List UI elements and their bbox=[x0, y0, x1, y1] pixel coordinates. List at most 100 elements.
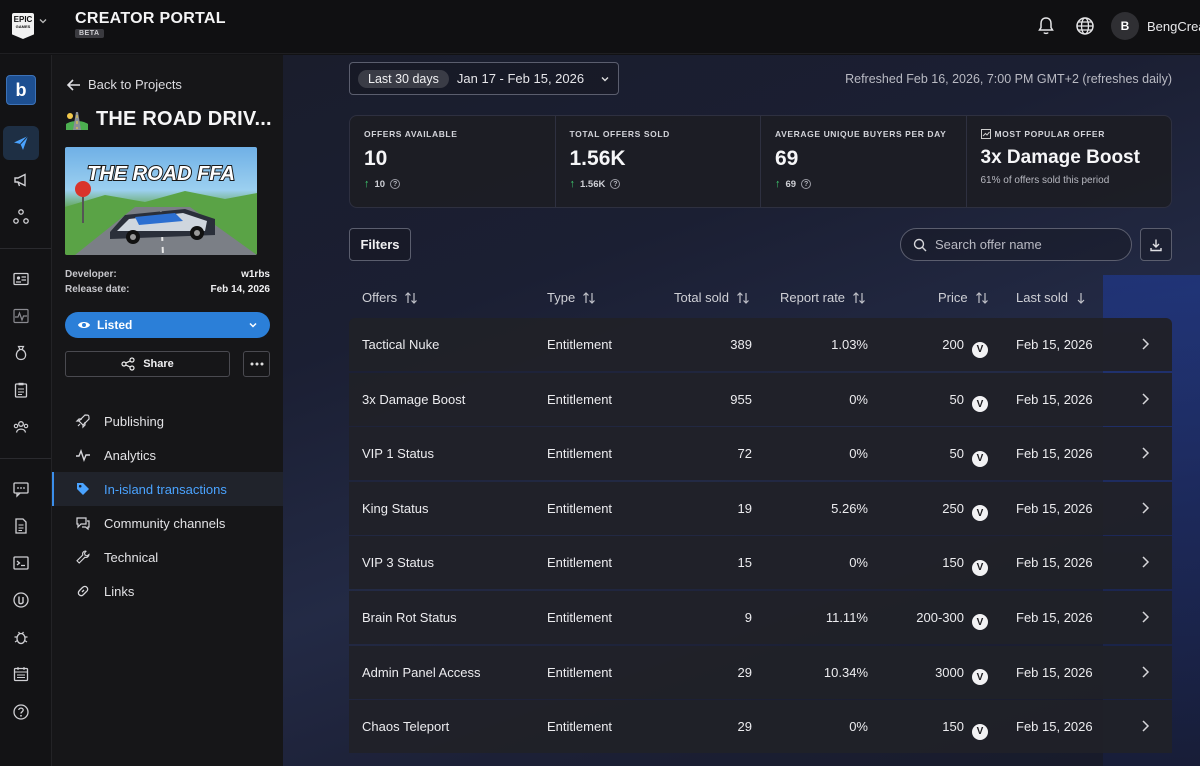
offer-report-rate: 0% bbox=[849, 555, 868, 571]
chevron-down-icon[interactable] bbox=[38, 16, 48, 26]
column-total-sold[interactable]: Total sold bbox=[674, 290, 750, 305]
offer-type: Entitlement bbox=[547, 391, 613, 407]
listing-status-dropdown[interactable]: Listed bbox=[65, 312, 270, 338]
sort-icon bbox=[975, 291, 988, 304]
nav-analytics[interactable]: Analytics bbox=[52, 438, 283, 472]
nav-technical[interactable]: Technical bbox=[52, 540, 283, 574]
table-row[interactable]: VIP 1 Status Entitlement 72 0% 50 V Feb 1… bbox=[349, 427, 1172, 481]
offer-last-sold: Feb 15, 2026 bbox=[1016, 555, 1093, 571]
vbucks-icon: V bbox=[972, 669, 988, 686]
network-icon[interactable] bbox=[3, 200, 39, 234]
column-price[interactable]: Price bbox=[938, 290, 989, 305]
trending-chart-icon bbox=[980, 129, 991, 139]
bug-icon[interactable] bbox=[3, 620, 39, 654]
eye-icon bbox=[78, 322, 90, 328]
back-to-projects-link[interactable]: Back to Projects bbox=[66, 77, 182, 92]
arrow-left-icon bbox=[66, 78, 80, 91]
chevron-right-icon[interactable] bbox=[1140, 392, 1150, 406]
chevron-right-icon[interactable] bbox=[1140, 610, 1150, 624]
offer-report-rate: 0% bbox=[849, 446, 868, 462]
vbucks-icon: V bbox=[972, 341, 988, 358]
chat-icon[interactable] bbox=[3, 472, 39, 506]
offer-last-sold: Feb 15, 2026 bbox=[1016, 337, 1093, 352]
offer-price: 150 V bbox=[942, 719, 988, 740]
column-type[interactable]: Type bbox=[547, 290, 596, 305]
stats-card: OFFERS AVAILABLE 10 ↑ 10 ? TOTAL OFFERS … bbox=[349, 115, 1172, 208]
offer-name: Tactical Nuke bbox=[362, 337, 440, 352]
offer-report-rate: 11.11% bbox=[825, 609, 868, 625]
offers-table-body: Tactical Nuke Entitlement 389 1.03% 200 V… bbox=[349, 318, 1172, 755]
share-button[interactable]: Share bbox=[65, 351, 230, 377]
info-icon[interactable]: ? bbox=[390, 179, 401, 189]
chevron-right-icon[interactable] bbox=[1140, 555, 1150, 569]
thumbnail-title: THE ROAD FFA bbox=[87, 163, 235, 185]
nav-publishing[interactable]: Publishing bbox=[52, 404, 283, 438]
info-icon[interactable]: ? bbox=[801, 179, 812, 189]
arrow-up-icon: ↑ bbox=[775, 178, 781, 190]
brand-logo[interactable]: b bbox=[6, 75, 36, 105]
table-row[interactable]: King Status Entitlement 19 5.26% 250 V Fe… bbox=[349, 481, 1172, 535]
filters-button[interactable]: Filters bbox=[349, 228, 411, 261]
document-icon[interactable] bbox=[3, 509, 39, 543]
send-icon[interactable] bbox=[3, 126, 39, 160]
help-icon[interactable] bbox=[3, 695, 39, 729]
table-row[interactable]: VIP 3 Status Entitlement 15 0% 150 V Feb … bbox=[349, 536, 1172, 590]
date-range-picker[interactable]: Last 30 days Jan 17 - Feb 15, 2026 bbox=[349, 62, 619, 95]
table-row[interactable]: Admin Panel Access Entitlement 29 10.34%… bbox=[349, 645, 1172, 699]
money-bag-icon[interactable] bbox=[3, 336, 39, 370]
search-icon bbox=[913, 238, 927, 251]
vbucks-icon: V bbox=[972, 450, 988, 467]
calendar-icon[interactable] bbox=[3, 657, 39, 691]
team-icon[interactable] bbox=[3, 410, 39, 444]
project-title: THE ROAD DRIV... bbox=[66, 108, 272, 131]
nav-community-channels[interactable]: Community channels bbox=[52, 506, 283, 540]
vbucks-icon: V bbox=[972, 559, 988, 576]
chevron-right-icon[interactable] bbox=[1140, 665, 1150, 679]
download-button[interactable] bbox=[1140, 228, 1172, 261]
offer-type: Entitlement bbox=[547, 555, 613, 571]
offer-last-sold: Feb 15, 2026 bbox=[1016, 719, 1093, 735]
table-row[interactable]: Tactical Nuke Entitlement 389 1.03% 200 V… bbox=[349, 318, 1172, 371]
table-row[interactable]: Chaos Teleport Entitlement 29 0% 150 V Fe… bbox=[349, 700, 1172, 754]
nav-links[interactable]: Links bbox=[52, 574, 283, 608]
chevron-right-icon[interactable] bbox=[1140, 719, 1150, 733]
user-name: BengCrea bbox=[1147, 18, 1200, 34]
chevron-right-icon[interactable] bbox=[1140, 337, 1150, 351]
offer-last-sold: Feb 15, 2026 bbox=[1016, 391, 1093, 407]
search-input[interactable]: Search offer name bbox=[900, 228, 1132, 261]
column-report-rate[interactable]: Report rate bbox=[780, 290, 866, 305]
clipboard-icon[interactable] bbox=[3, 373, 39, 407]
column-last-sold[interactable]: Last sold bbox=[1016, 290, 1087, 305]
megaphone-icon[interactable] bbox=[3, 163, 39, 197]
nav-in-island-transactions[interactable]: In-island transactions bbox=[52, 472, 283, 506]
table-row[interactable]: Brain Rot Status Entitlement 9 11.11% 20… bbox=[349, 590, 1172, 644]
more-options-button[interactable] bbox=[243, 351, 270, 377]
offer-type: Entitlement bbox=[547, 719, 613, 735]
terminal-icon[interactable] bbox=[3, 546, 39, 580]
table-row[interactable]: 3x Damage Boost Entitlement 955 0% 50 V F… bbox=[349, 372, 1172, 426]
offer-report-rate: 5.26% bbox=[831, 500, 868, 516]
top-bar: EPIC GAMES CREATOR PORTAL BETA B BengCre… bbox=[0, 0, 1200, 54]
vbucks-icon: V bbox=[972, 614, 988, 631]
epic-games-logo[interactable]: EPIC GAMES bbox=[12, 13, 34, 39]
pulse-icon[interactable] bbox=[3, 299, 39, 333]
globe-icon[interactable] bbox=[1074, 15, 1096, 37]
info-icon[interactable]: ? bbox=[610, 179, 621, 189]
chevron-right-icon[interactable] bbox=[1140, 501, 1150, 515]
offer-last-sold: Feb 15, 2026 bbox=[1016, 664, 1093, 680]
offer-name: VIP 1 Status bbox=[362, 446, 435, 462]
vbucks-icon: V bbox=[972, 396, 988, 413]
offer-name: VIP 3 Status bbox=[362, 555, 435, 571]
unreal-icon[interactable] bbox=[3, 583, 39, 617]
column-offers[interactable]: Offers bbox=[362, 290, 418, 305]
bell-icon[interactable] bbox=[1035, 15, 1057, 37]
arrow-up-icon: ↑ bbox=[569, 178, 576, 190]
chat-bubbles-icon bbox=[74, 514, 92, 532]
user-menu[interactable]: B BengCrea bbox=[1111, 12, 1200, 40]
id-card-icon[interactable] bbox=[3, 262, 39, 296]
offer-price: 200-300 V bbox=[916, 610, 988, 631]
sort-descending-icon bbox=[1077, 292, 1085, 304]
tag-icon bbox=[74, 480, 92, 498]
offer-total-sold: 19 bbox=[737, 500, 752, 516]
chevron-right-icon[interactable] bbox=[1140, 446, 1150, 460]
